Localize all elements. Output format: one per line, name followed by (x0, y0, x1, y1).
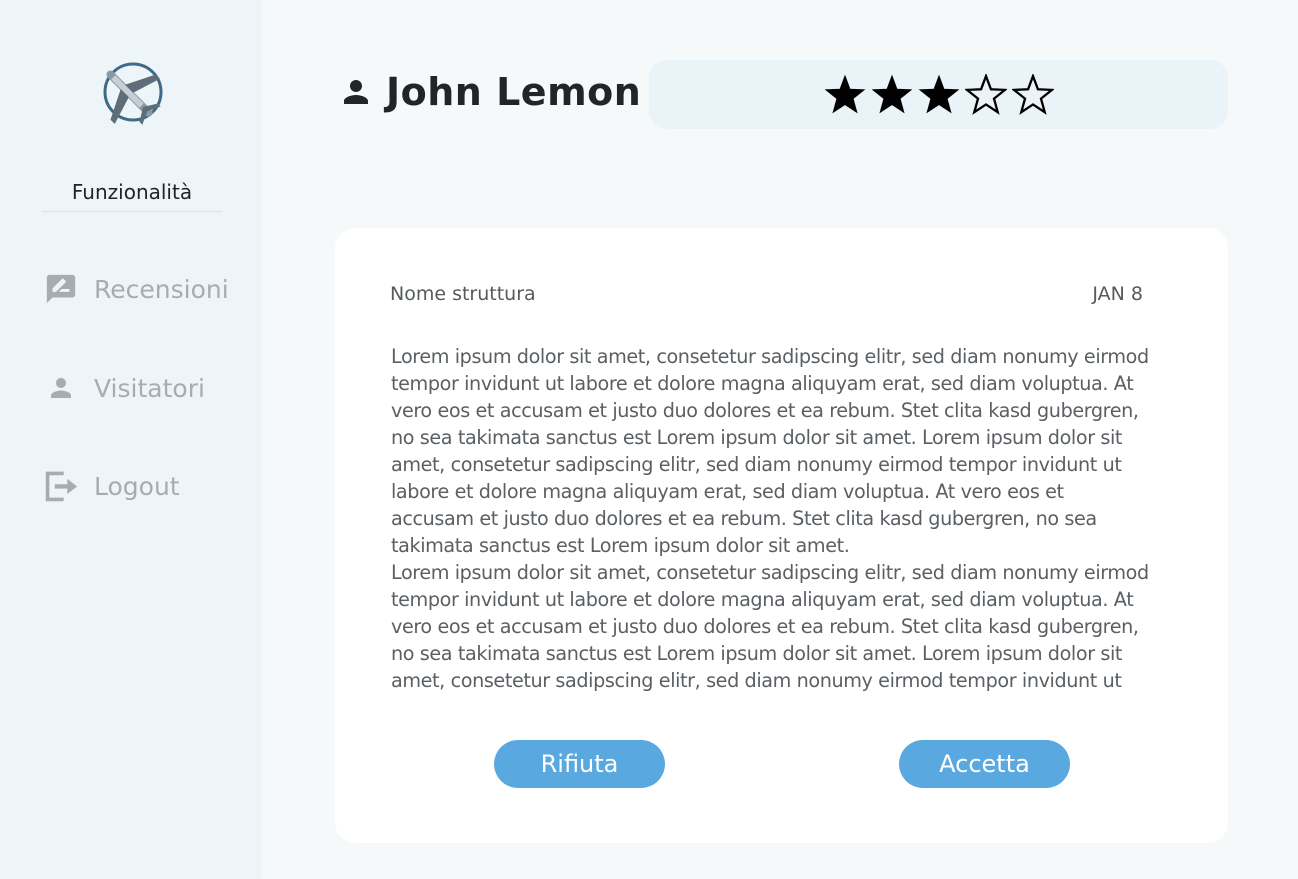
accept-button[interactable]: Accetta (899, 740, 1070, 788)
sidebar-item-label: Logout (94, 471, 180, 501)
user-header: John Lemon (338, 70, 641, 114)
sidebar-item-recensioni[interactable]: Recensioni (44, 269, 229, 309)
sidebar-item-label: Recensioni (94, 274, 229, 304)
sidebar-item-logout[interactable]: Logout (44, 466, 180, 506)
review-text: Lorem ipsum dolor sit amet, consetetur s… (391, 343, 1151, 693)
review-card: Nome struttura JAN 8 Lorem ipsum dolor s… (335, 228, 1228, 843)
airplane-logo-icon (96, 60, 166, 130)
review-edit-icon (44, 272, 78, 306)
structure-name: Nome struttura (390, 283, 536, 305)
section-title: Funzionalità (42, 180, 222, 212)
user-name: John Lemon (386, 70, 642, 114)
star-filled-icon (871, 74, 912, 113)
star-filled-icon (918, 74, 959, 113)
star-rating (649, 60, 1228, 129)
person-icon (338, 74, 374, 110)
sidebar: Funzionalità Recensioni Visitatori Logou… (0, 0, 262, 879)
sidebar-item-label: Visitatori (94, 373, 205, 403)
star-empty-icon (964, 73, 1007, 115)
reject-button[interactable]: Rifiuta (494, 740, 665, 788)
star-filled-icon (824, 74, 865, 113)
sidebar-item-visitatori[interactable]: Visitatori (44, 368, 205, 408)
review-date: JAN 8 (1092, 283, 1143, 305)
person-icon (44, 371, 78, 405)
review-paragraph: Lorem ipsum dolor sit amet, consetetur s… (391, 561, 1149, 692)
review-paragraph: Lorem ipsum dolor sit amet, consetetur s… (391, 345, 1149, 557)
logout-icon (44, 469, 78, 503)
star-empty-icon (1011, 73, 1054, 115)
